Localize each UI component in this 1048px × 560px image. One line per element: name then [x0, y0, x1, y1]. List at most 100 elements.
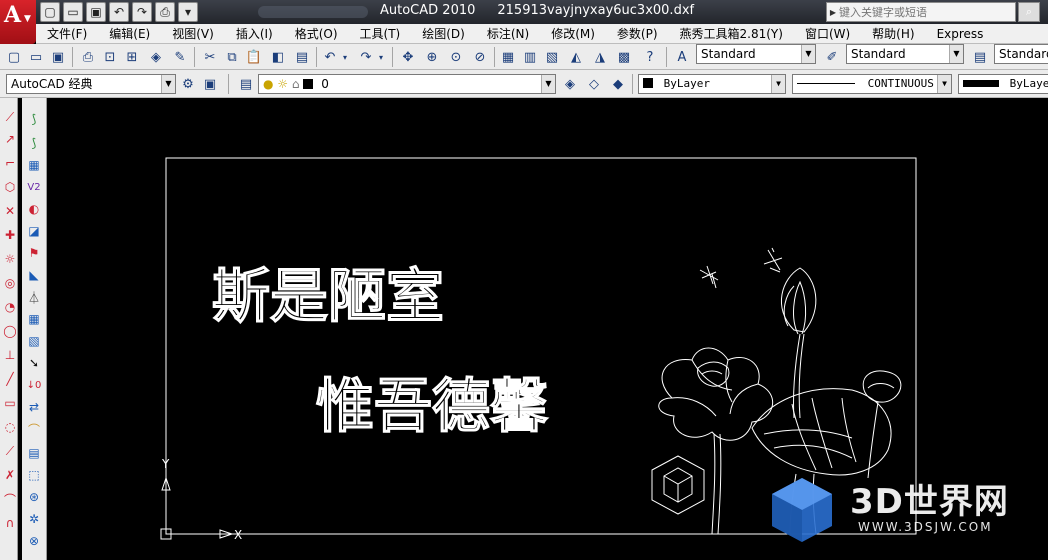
extend-icon[interactable]: ▧	[24, 332, 44, 350]
spline-icon[interactable]: ◔	[0, 298, 20, 316]
sheet-set-icon[interactable]: ◭	[566, 47, 586, 67]
mirror-icon[interactable]: ▦	[24, 156, 44, 174]
polyline-icon[interactable]: ⌐	[0, 154, 20, 172]
redo-icon[interactable]: ↷	[132, 2, 152, 22]
cut-icon[interactable]: ✂	[200, 47, 220, 67]
break-icon[interactable]: ➘	[24, 354, 44, 372]
stretch-icon[interactable]: ⏃	[24, 288, 44, 306]
tool-palettes-icon[interactable]: ▧	[542, 47, 562, 67]
print-icon[interactable]: ⎙	[155, 2, 175, 22]
rotate-icon[interactable]: ⚑	[24, 244, 44, 262]
polygon-icon[interactable]: ⬡	[0, 178, 20, 196]
menu-item[interactable]: 帮助(H)	[861, 25, 925, 42]
join-icon[interactable]: ↓0	[24, 376, 44, 394]
mtext-icon[interactable]: ∩	[0, 514, 20, 532]
clean-screen-icon[interactable]: ▣	[200, 74, 220, 94]
properties-icon[interactable]: ▦	[498, 47, 518, 67]
publish-icon[interactable]: ⊞	[122, 47, 142, 67]
block-editor-icon[interactable]: ▤	[292, 47, 312, 67]
open-icon[interactable]: ▭	[26, 47, 46, 67]
menu-item[interactable]: 绘图(D)	[411, 25, 476, 42]
open-file-icon[interactable]: ▭	[63, 2, 83, 22]
lineweight-combo[interactable]: ByLayer	[958, 74, 1048, 94]
erase-icon[interactable]: ⟆	[24, 110, 44, 128]
binoculars-search-icon[interactable]: ⌕	[1018, 2, 1040, 22]
menu-item[interactable]: 参数(P)	[606, 25, 669, 42]
scale-icon[interactable]: ◣	[24, 266, 44, 284]
text-style-combo[interactable]: Standard ▼	[696, 44, 816, 64]
save-icon[interactable]: ▣	[86, 2, 106, 22]
new-icon[interactable]: ▢	[4, 47, 24, 67]
text-style-icon[interactable]: A	[672, 47, 692, 67]
drawing-text-line2[interactable]: 惟吾德馨	[315, 371, 549, 440]
arc-icon[interactable]: ✚	[0, 226, 20, 244]
menu-item[interactable]: 格式(O)	[284, 25, 349, 42]
pan-icon[interactable]: ✥	[398, 47, 418, 67]
design-center-icon[interactable]: ▥	[520, 47, 540, 67]
copy-object-icon[interactable]: ⟆	[24, 134, 44, 152]
etransmit-icon[interactable]: ✎	[170, 47, 190, 67]
help-search-box[interactable]: ▶	[826, 2, 1016, 22]
customize-dropdown-icon[interactable]: ▾	[178, 2, 198, 22]
undo-dropdown-icon[interactable]: ▾	[340, 47, 350, 67]
menu-item[interactable]: 燕秀工具箱2.81(Y)	[669, 25, 794, 42]
boolean-icon[interactable]: ⊛	[24, 488, 44, 506]
array-icon[interactable]: ◐	[24, 200, 44, 218]
make-object-layer-current-icon[interactable]: ◈	[560, 74, 580, 94]
align-icon[interactable]: ✲	[24, 510, 44, 528]
paste-icon[interactable]: 📋	[244, 47, 264, 67]
new-file-icon[interactable]: ▢	[40, 2, 60, 22]
trim-icon[interactable]: ▦	[24, 310, 44, 328]
match-properties-icon[interactable]: ◧	[268, 47, 288, 67]
menu-item[interactable]: 窗口(W)	[794, 25, 861, 42]
table-icon[interactable]: ⌒	[0, 490, 20, 508]
explode-icon[interactable]: ▤	[24, 444, 44, 462]
zoom-realtime-icon[interactable]: ⊕	[422, 47, 442, 67]
region-icon[interactable]: ✗	[0, 466, 20, 484]
redo-icon[interactable]: ↷	[356, 47, 376, 67]
plot-icon[interactable]: ⎙	[78, 47, 98, 67]
ellipse-icon[interactable]: ◯	[0, 322, 20, 340]
circle-icon[interactable]: ☼	[0, 250, 20, 268]
undo-icon[interactable]: ↶	[109, 2, 129, 22]
layer-previous-icon[interactable]: ◇	[584, 74, 604, 94]
workspace-settings-icon[interactable]: ⚙	[178, 74, 198, 94]
color-combo[interactable]: ByLayer ▼	[638, 74, 786, 94]
move-icon[interactable]: ◪	[24, 222, 44, 240]
rectangle-icon[interactable]: ✕	[0, 202, 20, 220]
expand-arrow-icon[interactable]: ▶	[827, 8, 839, 17]
drawing-text-line1[interactable]: 斯是陋室	[211, 261, 444, 330]
menu-item[interactable]: 文件(F)	[36, 25, 98, 42]
fillet-icon[interactable]: ⌒	[24, 420, 44, 438]
menu-item[interactable]: 工具(T)	[349, 25, 412, 42]
undo-icon[interactable]: ↶	[320, 47, 340, 67]
dim-style-icon[interactable]: ✐	[822, 47, 842, 67]
chamfer-icon[interactable]: ⇄	[24, 398, 44, 416]
layer-combo[interactable]: ● ☼ ⌂ 0 ▼	[258, 74, 556, 94]
revcloud-icon[interactable]: ◎	[0, 274, 20, 292]
point-icon[interactable]: ▭	[0, 394, 20, 412]
redo-dropdown-icon[interactable]: ▾	[376, 47, 386, 67]
copy-icon[interactable]: ⧉	[222, 47, 242, 67]
zoom-previous-icon[interactable]: ⊘	[470, 47, 490, 67]
menu-item[interactable]: 视图(V)	[161, 25, 225, 42]
workspace-combo[interactable]: AutoCAD 经典 ▼	[6, 74, 176, 94]
menu-item[interactable]: 编辑(E)	[98, 25, 161, 42]
3d-dwf-icon[interactable]: ◈	[146, 47, 166, 67]
table-style-icon[interactable]: ▤	[970, 47, 990, 67]
offset-icon[interactable]: V2	[24, 178, 44, 196]
hatch-icon[interactable]: ◌	[0, 418, 20, 436]
plot-preview-icon[interactable]: ⊡	[100, 47, 120, 67]
menu-item[interactable]: Express	[926, 27, 995, 41]
linetype-combo[interactable]: CONTINUOUS ▼	[792, 74, 952, 94]
gradient-icon[interactable]: ⟋	[0, 442, 20, 460]
layer-manager-icon[interactable]: ▤	[236, 74, 256, 94]
markup-icon[interactable]: ◮	[590, 47, 610, 67]
layer-states-icon[interactable]: ◆	[608, 74, 628, 94]
menu-item[interactable]: 标注(N)	[476, 25, 540, 42]
menu-item[interactable]: 修改(M)	[540, 25, 606, 42]
save-icon[interactable]: ▣	[48, 47, 68, 67]
table-style-combo[interactable]: Standard	[994, 44, 1048, 64]
line-icon[interactable]: ⟋	[0, 108, 20, 126]
lengthen-icon[interactable]: ⊗	[24, 532, 44, 550]
